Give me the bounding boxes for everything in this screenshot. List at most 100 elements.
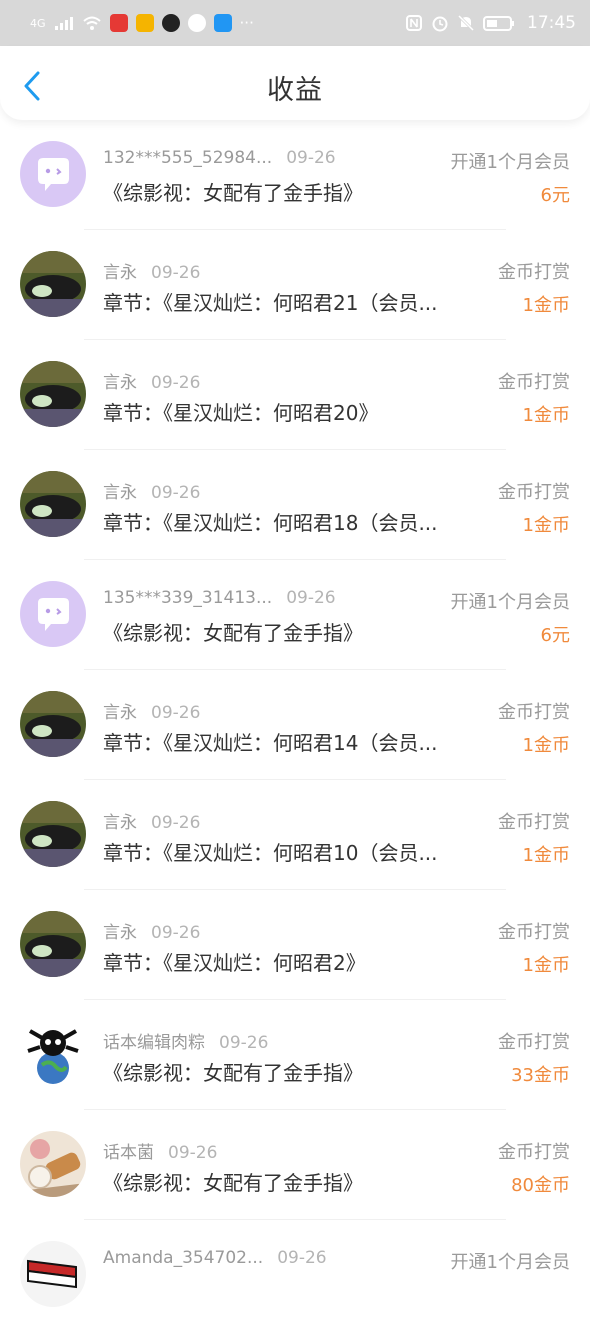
income-type: 金币打赏 — [498, 372, 570, 393]
user-name: 言永 — [103, 483, 137, 503]
row-meta: 135***339_31413... 09-26 — [103, 588, 336, 608]
row-title: 章节：《星汉灿烂：何昭君14（会员... — [103, 731, 438, 755]
alarm-icon — [432, 16, 448, 32]
row-meta: 话本编辑肉粽 09-26 — [103, 1028, 268, 1053]
earnings-row[interactable]: Amanda_354702... 09-26 开通1个月会员 — [0, 1220, 590, 1330]
earnings-row[interactable]: 话本编辑肉粽 09-26 《综影视：女配有了金手指》 金币打赏 33金币 — [0, 1000, 590, 1110]
row-date: 09-26 — [277, 1248, 327, 1268]
row-meta: 言永 09-26 — [103, 698, 200, 723]
row-title: 《综影视：女配有了金手指》 — [103, 1061, 363, 1085]
row-meta: Amanda_354702... 09-26 — [103, 1248, 327, 1268]
weibo-app-icon — [135, 14, 154, 32]
income-amount: 1金币 — [522, 295, 570, 316]
cat-photo-avatar-icon — [20, 801, 86, 867]
more-notifications: ··· — [239, 14, 254, 32]
row-meta: 言永 09-26 — [103, 368, 200, 393]
avatar — [20, 581, 86, 647]
row-title: 章节：《星汉灿烂：何昭君2》 — [103, 951, 366, 975]
user-name: 132***555_52984... — [103, 148, 273, 168]
income-amount: 80金币 — [511, 1175, 570, 1196]
income-type: 开通1个月会员 — [450, 152, 570, 173]
header: 收益 — [0, 46, 590, 120]
user-name: 言永 — [103, 373, 137, 393]
income-amount: 1金币 — [522, 735, 570, 756]
avatar — [20, 801, 86, 867]
row-meta: 132***555_52984... 09-26 — [103, 148, 336, 168]
row-meta: 言永 09-26 — [103, 918, 200, 943]
income-amount: 1金币 — [522, 405, 570, 426]
user-name: 话本菌 — [103, 1143, 154, 1163]
network-label: 4G — [30, 16, 46, 30]
avatar — [20, 141, 86, 207]
income-type: 金币打赏 — [498, 922, 570, 943]
earnings-row[interactable]: 言永 09-26 章节：《星汉灿烂：何昭君18（会员... 金币打赏 1金币 — [0, 450, 590, 560]
income-type: 开通1个月会员 — [450, 592, 570, 613]
row-meta: 话本菌 09-26 — [103, 1138, 217, 1163]
nfc-icon — [406, 15, 422, 31]
row-date: 09-26 — [151, 703, 201, 723]
user-name: 言永 — [103, 703, 137, 723]
avatar — [20, 471, 86, 537]
clock: 17:45 — [527, 13, 576, 33]
row-date: 09-26 — [151, 263, 201, 283]
row-title: 章节：《星汉灿烂：何昭君18（会员... — [103, 511, 438, 535]
flag-avatar-icon — [20, 1241, 86, 1307]
panda-globe-avatar-icon — [20, 1021, 86, 1087]
income-amount: 1金币 — [522, 845, 570, 866]
status-bar: 4G ··· 17:45 — [0, 0, 590, 46]
status-bar-right: 17:45 — [405, 13, 576, 33]
row-title: 章节：《星汉灿烂：何昭君10（会员... — [103, 841, 438, 865]
row-title: 章节：《星汉灿烂：何昭君21（会员... — [103, 291, 438, 315]
avatar — [20, 691, 86, 757]
page-title: 收益 — [267, 75, 323, 106]
row-date: 09-26 — [151, 373, 201, 393]
income-amount: 33金币 — [511, 1065, 570, 1086]
earnings-row[interactable]: 言永 09-26 章节：《星汉灿烂：何昭君14（会员... 金币打赏 1金币 — [0, 670, 590, 780]
income-type: 金币打赏 — [498, 1142, 570, 1163]
earnings-row[interactable]: 话本菌 09-26 《综影视：女配有了金手指》 金币打赏 80金币 — [0, 1110, 590, 1220]
income-amount: 1金币 — [522, 515, 570, 536]
earnings-row[interactable]: 言永 09-26 章节：《星汉灿烂：何昭君2》 金币打赏 1金币 — [0, 890, 590, 1000]
income-amount: 6元 — [540, 185, 570, 206]
user-name: 言永 — [103, 263, 137, 283]
avatar — [20, 911, 86, 977]
battery-icon — [483, 16, 514, 31]
earnings-list: 132***555_52984... 09-26 《综影视：女配有了金手指》 开通… — [0, 120, 590, 1330]
user-name: 135***339_31413... — [103, 588, 273, 608]
earnings-row[interactable]: 135***339_31413... 09-26 《综影视：女配有了金手指》 开通… — [0, 560, 590, 670]
row-meta: 言永 09-26 — [103, 478, 200, 503]
row-date: 09-26 — [286, 588, 336, 608]
income-type: 金币打赏 — [498, 482, 570, 503]
signal-icon — [54, 17, 73, 30]
row-title: 章节：《星汉灿烂：何昭君20》 — [103, 401, 379, 425]
avatar — [20, 1131, 86, 1197]
qq-app-icon — [161, 14, 180, 32]
wifi-icon — [82, 16, 101, 30]
row-date: 09-26 — [151, 923, 201, 943]
wechat-app-icon — [187, 14, 206, 32]
cat-photo-avatar-icon — [20, 361, 86, 427]
row-meta: 言永 09-26 — [103, 808, 200, 833]
user-name: Amanda_354702... — [103, 1248, 264, 1268]
cat-photo-avatar-icon — [20, 911, 86, 977]
row-date: 09-26 — [168, 1143, 218, 1163]
earnings-row[interactable]: 132***555_52984... 09-26 《综影视：女配有了金手指》 开通… — [0, 120, 590, 230]
blue-app-icon — [213, 14, 232, 32]
cat-photo-avatar-icon — [20, 471, 86, 537]
chat-bubble-avatar-icon — [20, 141, 86, 207]
user-name: 话本编辑肉粽 — [103, 1033, 205, 1053]
avatar — [20, 251, 86, 317]
row-date: 09-26 — [151, 483, 201, 503]
income-amount: 6元 — [540, 625, 570, 646]
earnings-row[interactable]: 言永 09-26 章节：《星汉灿烂：何昭君10（会员... 金币打赏 1金币 — [0, 780, 590, 890]
income-type: 开通1个月会员 — [450, 1252, 570, 1273]
earnings-row[interactable]: 言永 09-26 章节：《星汉灿烂：何昭君20》 金币打赏 1金币 — [0, 340, 590, 450]
avatar — [20, 361, 86, 427]
avatar — [20, 1241, 86, 1307]
mute-icon — [457, 14, 475, 32]
row-date: 09-26 — [286, 148, 336, 168]
cat-photo-avatar-icon — [20, 251, 86, 317]
row-title: 《综影视：女配有了金手指》 — [103, 181, 363, 205]
earnings-row[interactable]: 言永 09-26 章节：《星汉灿烂：何昭君21（会员... 金币打赏 1金币 — [0, 230, 590, 340]
cat-photo-avatar-icon — [20, 691, 86, 757]
